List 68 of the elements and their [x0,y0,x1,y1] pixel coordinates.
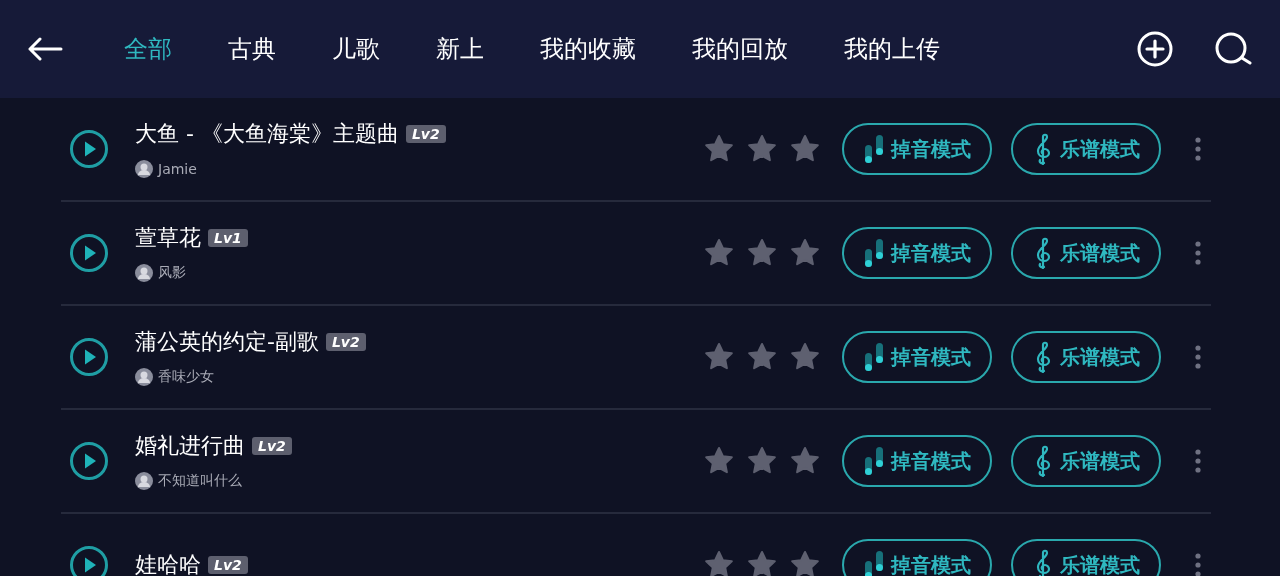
level-badge: Lv2 [405,125,446,143]
song-title: 蒲公英的约定-副歌 [135,328,319,356]
star-icon [704,134,734,164]
category-tab[interactable]: 我的上传 [844,33,940,65]
play-icon[interactable] [69,233,109,273]
mode-button[interactable]: 乐谱模式 [1011,435,1161,487]
star-icon [704,238,734,268]
mode-button[interactable]: 掉音模式 [842,435,992,487]
category-tab[interactable]: 古典 [228,33,276,65]
more-icon[interactable] [1194,136,1202,162]
category-tab[interactable]: 全部 [124,33,172,65]
more-icon[interactable] [1194,552,1202,576]
star-icon [790,550,820,576]
star-icon [704,446,734,476]
level-badge: Lv2 [325,333,366,351]
author-name: Jamie [158,161,197,177]
mode-button[interactable]: 掉音模式 [842,539,992,576]
star-icon [747,446,777,476]
star-icon [747,550,777,576]
category-tab[interactable]: 我的回放 [692,33,788,65]
star-icon [704,342,734,372]
star-icon [747,238,777,268]
mode-button[interactable]: 乐谱模式 [1011,331,1161,383]
level-badge: Lv2 [252,437,292,455]
add-icon[interactable] [1137,31,1173,67]
song-title: 萱草花 [135,224,201,252]
song-title: 大鱼 - 《大鱼海棠》主题曲 [135,120,399,148]
search-icon[interactable] [1215,31,1253,67]
star-icon [790,134,820,164]
more-icon[interactable] [1194,344,1202,370]
star-icon [747,342,777,372]
level-badge: Lv1 [208,229,248,247]
more-icon[interactable] [1194,448,1202,474]
mode-button[interactable]: 乐谱模式 [1011,227,1161,279]
category-tab[interactable]: 儿歌 [332,33,380,65]
bars-icon [863,549,885,576]
bars-icon [863,445,885,477]
avatar-icon [135,160,153,178]
mode-button[interactable]: 掉音模式 [842,227,992,279]
more-icon[interactable] [1194,240,1202,266]
play-icon[interactable] [69,129,109,169]
play-icon[interactable] [69,337,109,377]
song-title: 娃哈哈 [135,551,201,576]
bars-icon [863,341,885,373]
song-title: 婚礼进行曲 [135,432,245,460]
mode-button[interactable]: 乐谱模式 [1011,539,1161,576]
star-icon [747,134,777,164]
author-name: 风影 [158,264,186,282]
avatar-icon [135,264,153,282]
author-name: 香味少女 [158,368,214,386]
avatar-icon [135,368,153,386]
mode-button[interactable]: 掉音模式 [842,123,992,175]
star-icon [704,550,734,576]
play-icon[interactable] [69,545,109,576]
category-tab[interactable]: 新上 [436,33,484,65]
level-badge: Lv2 [208,556,248,574]
star-icon [790,446,820,476]
play-icon[interactable] [69,441,109,481]
bars-icon [863,237,885,269]
mode-button[interactable]: 掉音模式 [842,331,992,383]
author-name: 不知道叫什么 [158,472,242,490]
avatar-icon [135,472,153,490]
mode-button[interactable]: 乐谱模式 [1011,123,1161,175]
category-tab[interactable]: 我的收藏 [540,33,636,65]
star-icon [790,238,820,268]
star-icon [790,342,820,372]
bars-icon [863,133,885,165]
back-arrow-icon[interactable] [27,37,63,61]
